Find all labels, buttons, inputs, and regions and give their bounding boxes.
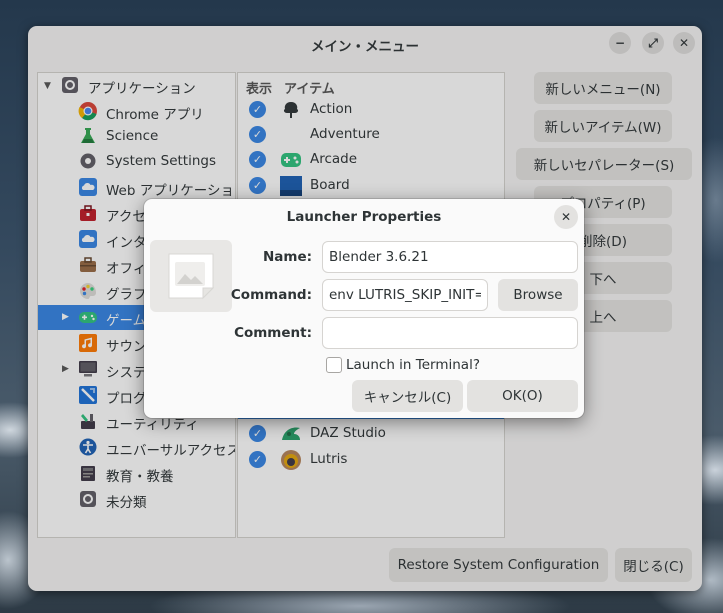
- launch-in-terminal-checkbox[interactable]: [326, 357, 342, 373]
- visible-checkbox[interactable]: ✓: [249, 101, 266, 118]
- list-item[interactable]: ✓ Lutris: [238, 447, 504, 472]
- tree-item-label: サウン: [106, 339, 147, 355]
- ok-button[interactable]: OK(O): [467, 380, 578, 412]
- item-label: DAZ Studio: [310, 425, 386, 441]
- education-icon: [78, 463, 98, 483]
- tree-root[interactable]: ▼ アプリケーション: [38, 73, 235, 98]
- cloud-icon: [78, 177, 98, 197]
- tree-item-science[interactable]: Science: [38, 124, 235, 149]
- music-icon: [78, 333, 98, 353]
- gear-icon: [78, 151, 98, 171]
- briefcase-icon: [78, 255, 98, 275]
- dialog-close-button[interactable]: ✕: [554, 205, 578, 229]
- window-close-button[interactable]: ✕: [673, 32, 695, 54]
- item-label: Action: [310, 101, 353, 117]
- board-icon: [280, 175, 302, 197]
- titlebar: メイン・メニュー − ⤢ ✕: [28, 26, 702, 62]
- lutris-icon: [280, 449, 302, 471]
- browse-button[interactable]: Browse: [498, 279, 578, 311]
- tree-item-web-apps[interactable]: Web アプリケーション: [38, 175, 236, 200]
- tree-root-label: アプリケーション: [88, 81, 196, 97]
- column-header-show[interactable]: 表示: [246, 78, 272, 97]
- tree-item-label: ユニバーサルアクセス: [106, 443, 236, 459]
- gear-icon: [60, 75, 80, 95]
- tree-item-chrome[interactable]: Chrome アプリ: [38, 99, 235, 124]
- list-item[interactable]: ✓ DAZ Studio: [238, 421, 504, 446]
- code-icon: [78, 385, 98, 405]
- tree-item-label: Science: [106, 128, 159, 144]
- command-field[interactable]: [322, 279, 488, 311]
- image-placeholder-icon: [168, 253, 215, 300]
- tree-item-education[interactable]: 教育・教養: [38, 461, 235, 486]
- tree-item-label: ゲーム: [106, 313, 147, 329]
- action-icon: [280, 99, 302, 121]
- flask-icon: [78, 126, 98, 146]
- toolbox-icon: [78, 203, 98, 223]
- item-label: Lutris: [310, 451, 348, 467]
- chrome-icon: [78, 101, 98, 121]
- list-item[interactable]: ✓ Arcade: [238, 147, 504, 172]
- monitor-icon: [78, 359, 98, 379]
- close-button[interactable]: 閉じる(C): [615, 548, 692, 582]
- item-label: Arcade: [310, 151, 358, 167]
- gamepad-icon: [78, 307, 98, 327]
- tree-item-uncategorized[interactable]: 未分類: [38, 487, 235, 512]
- comment-label: Comment:: [234, 325, 312, 341]
- palette-icon: [78, 281, 98, 301]
- launcher-icon-button[interactable]: [150, 240, 232, 312]
- new-item-button[interactable]: 新しいアイテム(W): [534, 110, 672, 142]
- visible-checkbox[interactable]: ✓: [249, 151, 266, 168]
- new-separator-button[interactable]: 新しいセパレーター(S): [516, 148, 692, 180]
- tree-item-label: インタ: [106, 235, 147, 251]
- comment-field[interactable]: [322, 317, 578, 349]
- command-label: Command:: [230, 287, 312, 303]
- tree-item-label: 未分類: [106, 495, 147, 511]
- item-label: Adventure: [310, 126, 380, 142]
- maximize-button[interactable]: ⤢: [642, 32, 664, 54]
- launch-in-terminal-label[interactable]: Launch in Terminal?: [346, 357, 480, 373]
- tree-item-label: Web アプリケーション: [106, 183, 236, 199]
- window-title: メイン・メニュー: [311, 39, 419, 55]
- tree-item-label: グラフ: [106, 287, 147, 303]
- daz-icon: [280, 423, 302, 445]
- dialog-title: Launcher Properties: [286, 209, 442, 225]
- expander-down-icon[interactable]: ▼: [44, 81, 51, 91]
- tree-item-universal-access[interactable]: ユニバーサルアクセス: [38, 435, 236, 460]
- tree-item-label: プログ: [106, 391, 147, 407]
- list-item[interactable]: ✓ Board: [238, 173, 504, 198]
- arcade-icon: [280, 149, 302, 171]
- tree-item-label: システ: [106, 365, 147, 381]
- visible-checkbox[interactable]: ✓: [249, 126, 266, 143]
- utilities-icon: [78, 411, 98, 431]
- name-label: Name:: [262, 249, 312, 265]
- gear-icon: [78, 489, 98, 509]
- cancel-button[interactable]: キャンセル(C): [352, 380, 463, 412]
- expander-right-icon[interactable]: ▶: [62, 364, 69, 374]
- list-item[interactable]: ✓ Action: [238, 97, 504, 122]
- name-field[interactable]: [322, 241, 578, 273]
- visible-checkbox[interactable]: ✓: [249, 425, 266, 442]
- column-header-item[interactable]: アイテム: [284, 78, 335, 97]
- accessibility-icon: [78, 437, 98, 457]
- tree-item-label: System Settings: [106, 153, 217, 169]
- item-label: Board: [310, 177, 350, 193]
- expander-right-icon[interactable]: ▶: [62, 312, 69, 322]
- tree-item-label: オフィ: [106, 261, 147, 277]
- tree-item-label: Chrome アプリ: [106, 107, 204, 123]
- cloud-icon: [78, 229, 98, 249]
- launcher-properties-dialog: Launcher Properties ✕ Name: Command: Bro…: [144, 199, 584, 418]
- tree-item-label: アクセ: [106, 209, 146, 225]
- minimize-button[interactable]: −: [609, 32, 631, 54]
- tree-item-system-settings[interactable]: System Settings: [38, 149, 235, 174]
- restore-system-configuration-button[interactable]: Restore System Configuration: [389, 548, 608, 582]
- new-menu-button[interactable]: 新しいメニュー(N): [534, 72, 672, 104]
- tree-item-label: 教育・教養: [106, 469, 174, 485]
- visible-checkbox[interactable]: ✓: [249, 451, 266, 468]
- list-item[interactable]: ✓ Adventure: [238, 122, 504, 147]
- visible-checkbox[interactable]: ✓: [249, 177, 266, 194]
